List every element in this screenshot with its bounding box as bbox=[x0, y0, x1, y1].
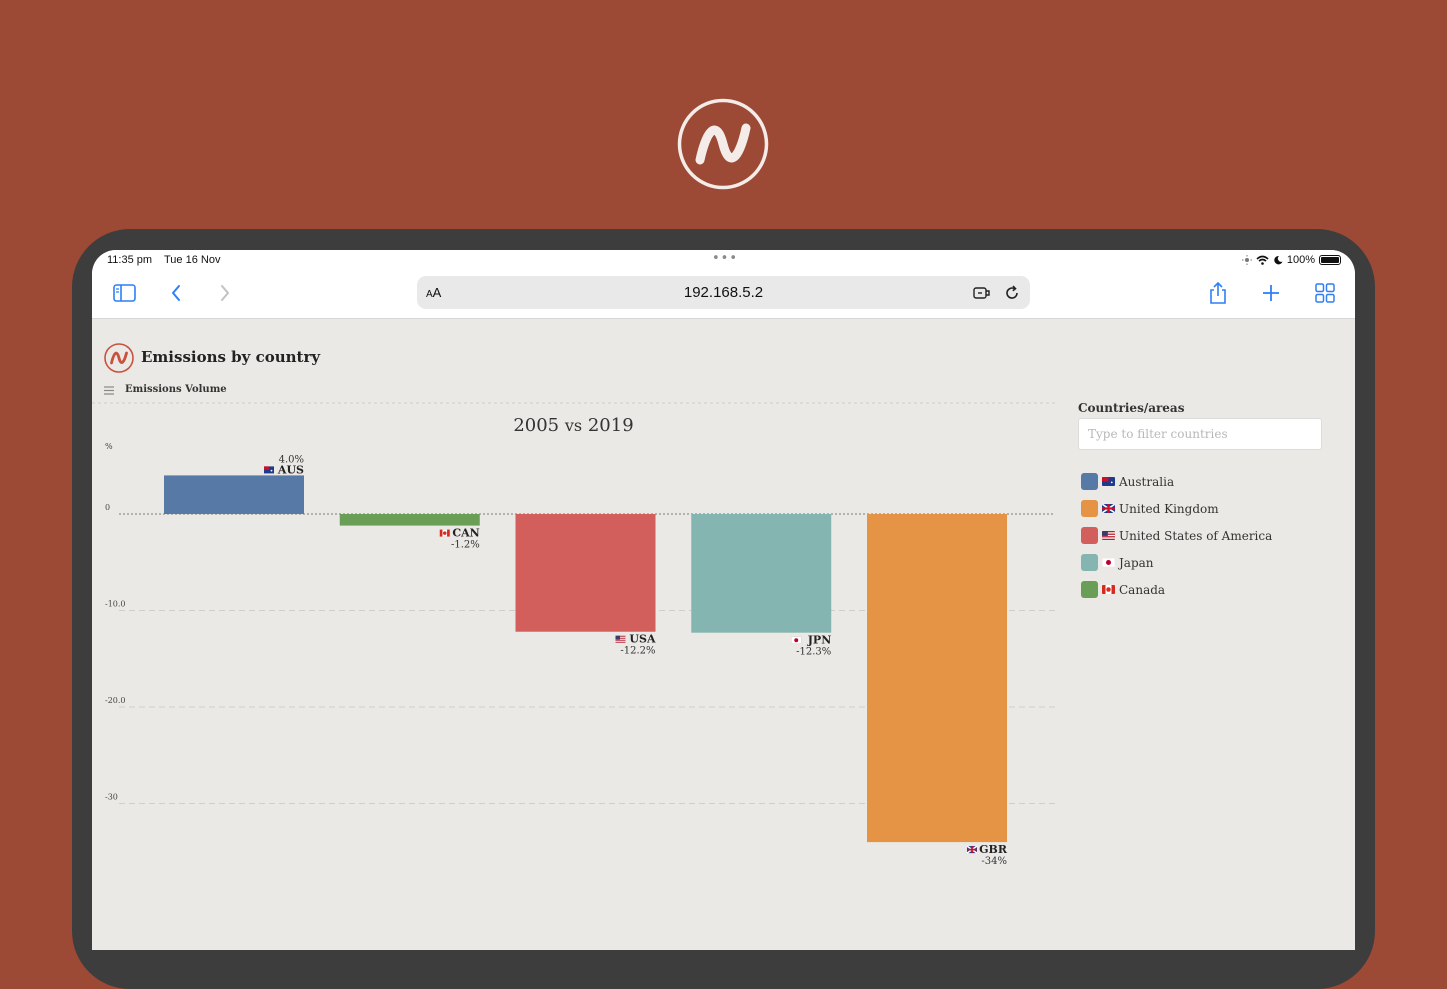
y-axis-unit-label: % bbox=[105, 442, 113, 451]
moon-icon bbox=[1274, 255, 1283, 265]
menu-icon[interactable] bbox=[104, 386, 114, 395]
bar-value-label: -34% bbox=[981, 856, 1007, 867]
legend-label: United Kingdom bbox=[1119, 501, 1219, 516]
bar-value-label: -12.3% bbox=[796, 647, 831, 658]
legend-swatch[interactable] bbox=[1081, 581, 1098, 598]
flag-usa-icon bbox=[615, 635, 626, 643]
bar-value-label: -1.2% bbox=[451, 540, 480, 551]
share-icon[interactable] bbox=[1206, 282, 1230, 304]
legend-swatch[interactable] bbox=[1081, 473, 1098, 490]
forward-icon[interactable] bbox=[213, 282, 237, 304]
flag-usa-icon bbox=[1102, 531, 1115, 540]
multitasking-dots-icon[interactable]: ••• bbox=[712, 251, 738, 266]
country-filter-input[interactable] bbox=[1078, 418, 1322, 450]
flag-japan-icon bbox=[791, 636, 802, 644]
bar-gbr[interactable] bbox=[867, 514, 1007, 843]
battery-icon bbox=[1319, 255, 1341, 265]
flag-usa-icon bbox=[1102, 531, 1115, 540]
legend-swatch[interactable] bbox=[1081, 527, 1098, 544]
legend-label: Japan bbox=[1119, 555, 1154, 570]
legend-item[interactable]: Japan bbox=[1081, 549, 1272, 576]
reload-icon[interactable] bbox=[1003, 284, 1021, 302]
flag-canada-icon bbox=[1102, 585, 1115, 594]
flag-canada-icon bbox=[1102, 585, 1115, 594]
status-icons: 100% bbox=[1241, 254, 1341, 266]
extension-icon[interactable] bbox=[973, 284, 991, 302]
tablet-screen: 11:35 pm Tue 16 Nov ••• 100% AA 192.168.… bbox=[92, 250, 1355, 950]
bar-value-label: 4.0% bbox=[279, 454, 304, 465]
legend-swatch[interactable] bbox=[1081, 554, 1098, 571]
back-icon[interactable] bbox=[164, 282, 188, 304]
battery-percent: 100% bbox=[1286, 254, 1315, 266]
flag-uk-icon bbox=[1102, 504, 1115, 513]
bar-category-label: USA bbox=[629, 633, 656, 646]
y-tick-label: 0 bbox=[105, 503, 110, 512]
bar-jpn[interactable] bbox=[691, 514, 832, 633]
address-bar[interactable]: AA 192.168.5.2 bbox=[417, 276, 1030, 309]
legend-label: United States of America bbox=[1119, 528, 1273, 543]
flag-australia-icon bbox=[1102, 477, 1115, 486]
status-time: 11:35 pm bbox=[107, 254, 153, 266]
legend-item[interactable]: United States of America bbox=[1081, 522, 1272, 549]
bar-category-label: GBR bbox=[979, 843, 1008, 856]
wifi-icon bbox=[1256, 255, 1269, 265]
sidebar-toggle-icon[interactable] bbox=[112, 282, 136, 304]
bar-category-label: JPN bbox=[807, 634, 832, 647]
tab-overview-icon[interactable] bbox=[1313, 282, 1337, 304]
countries-filter-label: Countries/areas bbox=[1078, 401, 1185, 415]
flag-canada-icon bbox=[439, 529, 450, 537]
page-title: Emissions by country bbox=[141, 348, 321, 366]
flag-japan-icon bbox=[1102, 558, 1115, 567]
legend-label: Canada bbox=[1119, 582, 1166, 597]
bar-category-label: CAN bbox=[452, 527, 479, 540]
flag-uk-icon bbox=[966, 845, 978, 854]
legend-item[interactable]: Canada bbox=[1081, 576, 1272, 603]
y-tick-label: -10.0 bbox=[105, 600, 126, 609]
emissions-bar-chart: %0-10.0-20.0-30AUS4.0%CAN-1.2%USA-12.2%J… bbox=[92, 402, 1055, 867]
status-date: Tue 16 Nov bbox=[164, 254, 221, 266]
y-tick-label: -20.0 bbox=[105, 696, 126, 705]
app-logo bbox=[104, 343, 134, 373]
y-tick-label: -30 bbox=[105, 793, 118, 802]
legend-label: Australia bbox=[1119, 474, 1175, 489]
legend-swatch[interactable] bbox=[1081, 500, 1098, 517]
new-tab-icon[interactable] bbox=[1259, 282, 1283, 304]
bar-usa[interactable] bbox=[515, 514, 656, 632]
browser-toolbar: 11:35 pm Tue 16 Nov ••• 100% AA 192.168.… bbox=[92, 250, 1355, 319]
flag-australia-icon bbox=[1102, 477, 1115, 486]
brand-logo bbox=[677, 98, 769, 190]
brightness-icon bbox=[1241, 255, 1252, 265]
flag-australia-icon bbox=[264, 466, 274, 474]
country-legend: Australia United Kingdom United States of … bbox=[1081, 468, 1272, 603]
flag-japan-icon bbox=[1102, 558, 1115, 567]
legend-item[interactable]: United Kingdom bbox=[1081, 495, 1272, 522]
url-text: 192.168.5.2 bbox=[683, 284, 764, 301]
flag-uk-icon bbox=[1102, 504, 1115, 513]
chart-subtitle: Emissions Volume bbox=[125, 384, 227, 395]
bar-value-label: -12.2% bbox=[620, 646, 655, 657]
legend-item[interactable]: Australia bbox=[1081, 468, 1272, 495]
bar-aus[interactable] bbox=[164, 475, 304, 514]
bar-can[interactable] bbox=[339, 514, 480, 526]
